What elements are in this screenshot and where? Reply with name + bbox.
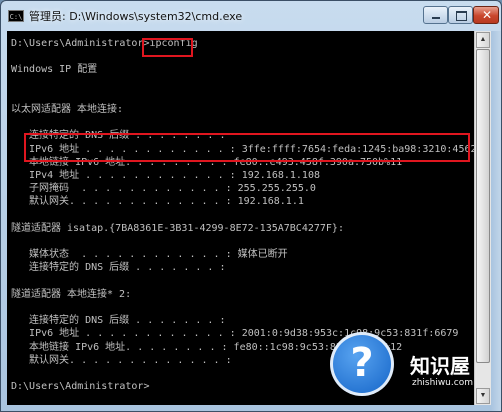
console-line: 子网掩码 . . . . . . . . . . . . : 255.255.2… bbox=[11, 183, 316, 195]
scroll-thumb[interactable] bbox=[476, 49, 490, 363]
close-button[interactable]: ✕ bbox=[473, 6, 499, 24]
console-line: 隧道适配器 isatap.{7BA8361E-3B31-4299-8E72-13… bbox=[11, 222, 344, 234]
scroll-up-button[interactable]: ▲ bbox=[476, 32, 490, 48]
console-line: Windows IP 配置 bbox=[11, 64, 98, 76]
minimize-icon bbox=[432, 17, 440, 19]
watermark-brand: 知识屋 bbox=[410, 354, 470, 378]
console-line: 连接特定的 DNS 后缀 . . . . . . . : bbox=[11, 262, 226, 274]
cmd-icon[interactable]: C:\ bbox=[8, 10, 24, 22]
console-line: 默认网关. . . . . . . . . . . . . : 192.168.… bbox=[11, 196, 304, 208]
console-line: 默认网关. . . . . . . . . . . . . : bbox=[11, 354, 232, 366]
maximize-icon bbox=[456, 11, 467, 21]
console-line: 以太网适配器 本地连接: bbox=[11, 104, 124, 115]
console-line: 隧道适配器 本地连接* 2: bbox=[11, 288, 132, 300]
console-line: D:\Users\Administrator> bbox=[11, 381, 150, 393]
highlight-ipconfig-command bbox=[142, 38, 193, 57]
highlight-ipv6-addresses bbox=[24, 133, 470, 162]
console-line: 连接特定的 DNS 后缀 . . . . . . . : bbox=[11, 315, 226, 327]
window-title: 管理员: D:\Windows\system32\cmd.exe bbox=[29, 10, 243, 23]
minimize-button[interactable] bbox=[423, 6, 448, 24]
watermark-url: zhishiwu.com bbox=[412, 378, 473, 388]
close-icon: ✕ bbox=[482, 8, 493, 22]
question-mark-icon: ? bbox=[330, 332, 394, 396]
console-line: IPv4 地址 . . . . . . . . . . . . : 192.16… bbox=[11, 170, 320, 181]
watermark-logo: ? 知识屋 zhishiwu.com bbox=[324, 328, 502, 412]
console-line: 媒体状态 . . . . . . . . . . . . : 媒体已断开 bbox=[11, 249, 288, 261]
title-bar[interactable]: C:\ 管理员: D:\Windows\system32\cmd.exe ✕ bbox=[1, 1, 501, 31]
maximize-button[interactable] bbox=[448, 6, 473, 24]
